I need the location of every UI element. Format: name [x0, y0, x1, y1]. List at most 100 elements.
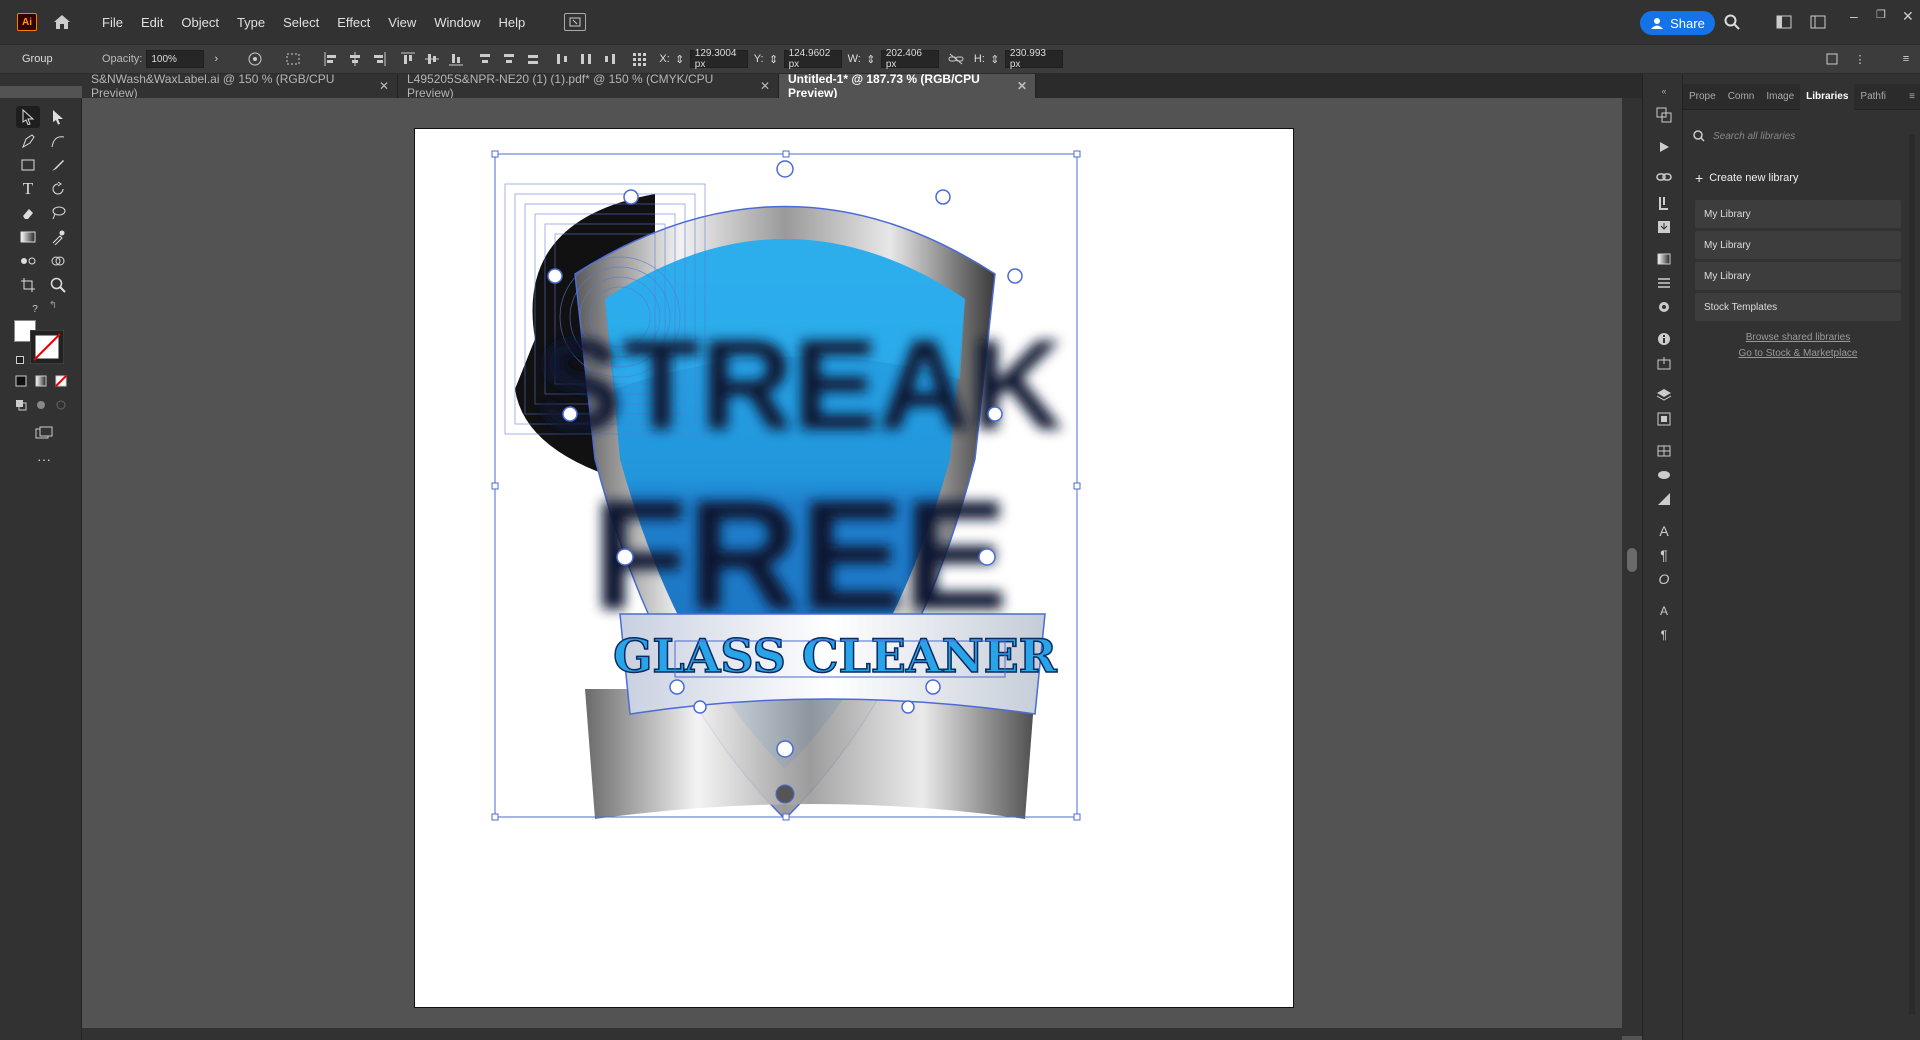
asset-export-icon[interactable] [1653, 216, 1675, 238]
pen-tool-icon[interactable] [16, 130, 40, 152]
zoom-tool-icon[interactable] [46, 274, 70, 296]
transform-icon[interactable] [1823, 50, 1841, 68]
collapse-dock-icon[interactable]: « [1653, 80, 1675, 102]
home-icon[interactable] [51, 11, 73, 33]
align-to-icon[interactable] [285, 50, 303, 68]
tab-pathfinder[interactable]: Pathfi [1854, 84, 1892, 110]
browse-shared-libraries-link[interactable]: Browse shared libraries [1695, 332, 1901, 343]
align-left-icon[interactable] [322, 50, 340, 68]
rotate-tool-icon[interactable] [46, 178, 70, 200]
menu-edit[interactable]: Edit [132, 15, 172, 30]
distribute-vcenter-icon[interactable] [500, 50, 518, 68]
align-middle-icon[interactable] [423, 50, 441, 68]
library-item[interactable]: My Library [1695, 262, 1901, 290]
library-search-placeholder[interactable]: Search all libraries [1713, 131, 1795, 142]
more-tools-icon[interactable]: ··· [32, 448, 56, 470]
character-icon[interactable]: A [1653, 520, 1675, 542]
menu-object[interactable]: Object [172, 15, 228, 30]
close-window-icon[interactable]: ✕ [1902, 8, 1914, 25]
vertical-scrollbar[interactable] [1622, 98, 1642, 1036]
y-stepper-icon[interactable]: ⇕ [765, 50, 783, 68]
none-mode-icon[interactable] [54, 374, 68, 388]
stroke-swatch[interactable] [30, 330, 64, 364]
paragraph-icon[interactable]: ¶ [1653, 544, 1675, 566]
type-tool-icon[interactable]: T [16, 178, 40, 200]
panel-menu-icon[interactable]: ≡ [1903, 84, 1920, 110]
fill-stroke-swatch[interactable] [14, 320, 70, 366]
lasso-tool-icon[interactable] [46, 202, 70, 224]
search-icon[interactable] [1722, 12, 1742, 32]
menu-window[interactable]: Window [425, 15, 489, 30]
align-top-icon[interactable] [399, 50, 417, 68]
distribute-bottom-icon[interactable] [524, 50, 542, 68]
library-item[interactable]: My Library [1695, 200, 1901, 228]
artboard-tool-icon[interactable] [16, 274, 40, 296]
selection-tool-icon[interactable] [16, 106, 40, 128]
info-icon[interactable] [1653, 328, 1675, 350]
horizontal-scrollbar[interactable] [82, 1028, 1622, 1040]
panel-scrollbar[interactable] [1909, 134, 1915, 1014]
stroke-panel-icon[interactable] [1653, 272, 1675, 294]
paintbrush-tool-icon[interactable] [46, 154, 70, 176]
gradient-panel-icon[interactable] [1653, 248, 1675, 270]
opacity-field[interactable]: 100% [146, 50, 205, 68]
minimize-icon[interactable]: – [1850, 8, 1858, 24]
library-item[interactable]: My Library [1695, 231, 1901, 259]
brushes-icon[interactable] [1653, 464, 1675, 486]
distribute-left-icon[interactable] [553, 50, 571, 68]
panel-layout-icon[interactable] [1808, 12, 1828, 32]
eraser-tool-icon[interactable] [16, 202, 40, 224]
artboard[interactable]: STREAK FREE GLASS CLEANER [414, 128, 1294, 1008]
reference-point-icon[interactable] [630, 50, 648, 68]
opentype-icon[interactable]: O [1653, 568, 1675, 590]
artboards-icon[interactable] [1653, 104, 1675, 126]
tab-close-icon[interactable]: ✕ [379, 79, 389, 93]
shape-builder-tool-icon[interactable] [46, 250, 70, 272]
export-icon[interactable] [1653, 352, 1675, 374]
recolor-icon[interactable] [246, 50, 264, 68]
align-right-icon[interactable] [370, 50, 388, 68]
h-stepper-icon[interactable]: ⇕ [986, 50, 1004, 68]
menu-view[interactable]: View [379, 15, 425, 30]
library-item-stock-templates[interactable]: Stock Templates [1695, 293, 1901, 321]
draw-inside-icon[interactable] [54, 398, 68, 412]
distribute-right-icon[interactable] [601, 50, 619, 68]
arrange-documents-icon[interactable] [564, 13, 587, 31]
tab-document-3[interactable]: Untitled-1* @ 187.73 % (RGB/CPU Preview)… [779, 72, 1036, 100]
x-stepper-icon[interactable]: ⇕ [671, 50, 689, 68]
library-search[interactable]: Search all libraries [1693, 126, 1913, 146]
tab-properties[interactable]: Prope [1683, 84, 1722, 110]
menu-select[interactable]: Select [274, 15, 328, 30]
chevron-right-icon[interactable]: › [207, 50, 225, 68]
tab-close-icon[interactable]: ✕ [760, 79, 770, 93]
h-field[interactable]: 230.993 px [1004, 48, 1063, 70]
curvature-tool-icon[interactable] [46, 130, 70, 152]
libraries-icon[interactable] [1653, 408, 1675, 430]
x-field[interactable]: 129.3004 px [689, 48, 748, 70]
screen-mode-icon[interactable] [32, 422, 56, 444]
blend-tool-icon[interactable] [16, 250, 40, 272]
tab-image-trace[interactable]: Image [1760, 84, 1800, 110]
restore-icon[interactable]: ❐ [1876, 8, 1886, 21]
y-field[interactable]: 124.9602 px [783, 48, 842, 70]
align-center-icon[interactable] [346, 50, 364, 68]
paragraph-styles-icon[interactable]: ¶ [1653, 624, 1675, 646]
symbols-icon[interactable] [1653, 488, 1675, 510]
tab-close-icon[interactable]: ✕ [1017, 79, 1027, 93]
links-icon[interactable] [1653, 166, 1675, 188]
canvas-area[interactable]: STREAK FREE GLASS CLEANER [82, 98, 1622, 1036]
w-field[interactable]: 202.406 px [880, 48, 939, 70]
more-options-icon[interactable]: ≡ [1897, 50, 1915, 68]
create-library-button[interactable]: + Create new library [1695, 170, 1798, 186]
constrain-link-icon[interactable] [947, 50, 965, 68]
distribute-hcenter-icon[interactable] [577, 50, 595, 68]
tab-libraries[interactable]: Libraries [1800, 83, 1855, 110]
swatches-icon[interactable] [1653, 440, 1675, 462]
appearance-icon[interactable] [1653, 296, 1675, 318]
artwork[interactable]: STREAK FREE GLASS CLEANER [415, 129, 1295, 1009]
toolbar-collapse[interactable] [0, 74, 82, 86]
character-styles-icon[interactable]: A [1653, 600, 1675, 622]
menu-effect[interactable]: Effect [328, 15, 379, 30]
default-colors-icon[interactable] [16, 356, 24, 364]
menu-file[interactable]: File [93, 15, 132, 30]
